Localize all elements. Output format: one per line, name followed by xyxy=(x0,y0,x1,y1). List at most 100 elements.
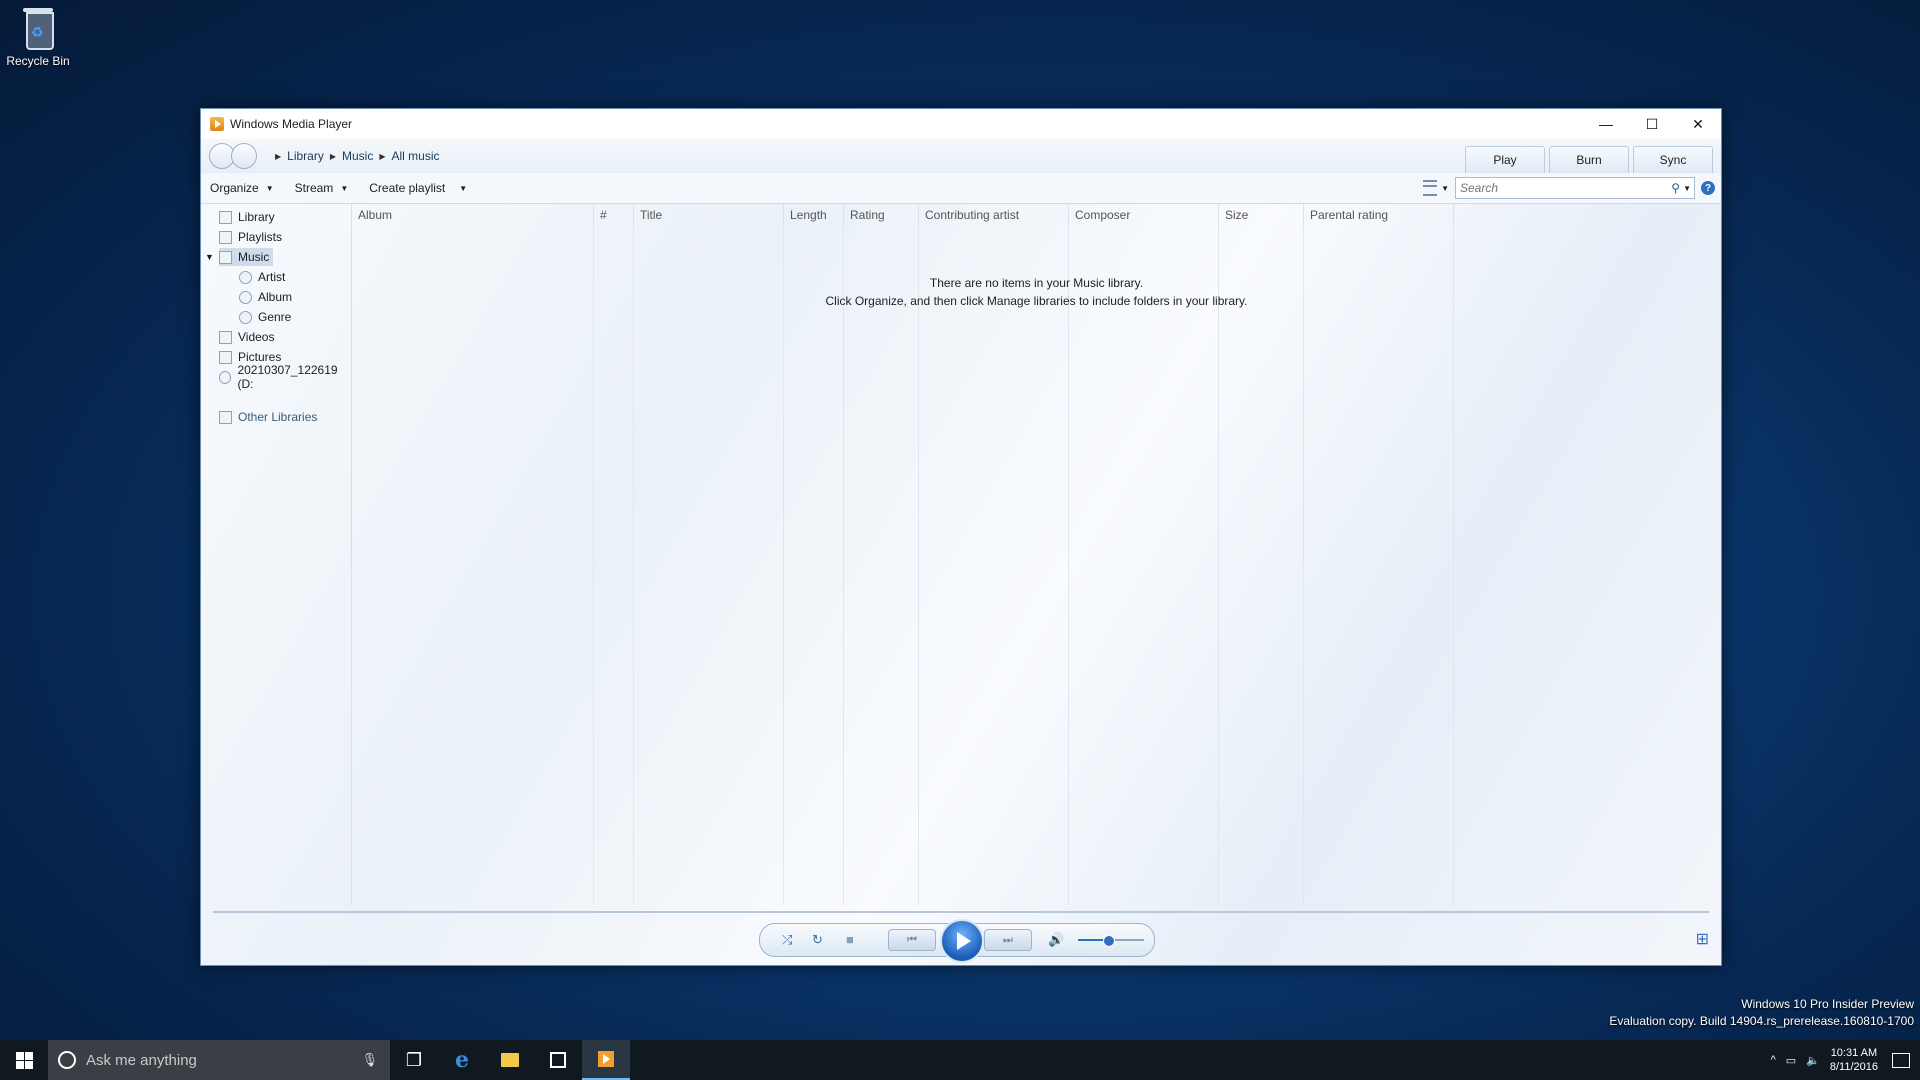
library-icon xyxy=(219,210,232,224)
breadcrumb-arrow-icon[interactable]: ▶ xyxy=(379,152,385,161)
clock-time: 10:31 AM xyxy=(1830,1047,1878,1059)
taskbar-edge[interactable]: e xyxy=(438,1040,486,1080)
wmp-app-icon xyxy=(210,117,224,131)
sidebar-item-label: Music xyxy=(238,250,270,264)
play-button[interactable] xyxy=(940,919,984,963)
organize-label: Organize xyxy=(210,181,259,195)
build-watermark: Windows 10 Pro Insider Preview Evaluatio… xyxy=(1609,996,1914,1030)
artist-icon xyxy=(239,270,252,284)
sidebar-item-videos[interactable]: Videos xyxy=(219,328,274,346)
chevron-down-icon: ▼ xyxy=(340,183,349,193)
seek-bar[interactable] xyxy=(213,911,1709,913)
window-title: Windows Media Player xyxy=(230,117,353,131)
column-header-contributing-artist[interactable]: Contributing artist xyxy=(919,204,1069,226)
column-header-size[interactable]: Size xyxy=(1219,204,1304,226)
folder-icon xyxy=(501,1053,519,1067)
sidebar-item-label: Other Libraries xyxy=(238,410,318,424)
create-playlist-menu[interactable]: Create playlist ▼ xyxy=(369,181,467,195)
breadcrumb-arrow-icon[interactable]: ▶ xyxy=(275,152,281,161)
next-button[interactable]: ⏭ xyxy=(984,929,1032,951)
sidebar-item-label: Pictures xyxy=(238,350,282,364)
help-icon[interactable]: ? xyxy=(1701,181,1715,195)
sidebar-item-playlists[interactable]: Playlists xyxy=(219,228,282,246)
taskbar-file-explorer[interactable] xyxy=(486,1040,534,1080)
breadcrumb-music[interactable]: Music xyxy=(342,149,373,163)
tab-sync[interactable]: Sync xyxy=(1633,146,1713,173)
column-header-title[interactable]: Title xyxy=(634,204,784,226)
task-view-button[interactable]: ❐ xyxy=(390,1040,438,1080)
tab-play[interactable]: Play xyxy=(1465,146,1545,173)
sidebar-item-artist[interactable]: Artist xyxy=(239,268,285,286)
breadcrumb-all-music[interactable]: All music xyxy=(392,149,440,163)
video-icon xyxy=(219,330,232,344)
music-note-icon xyxy=(219,250,232,264)
volume-icon[interactable]: 🔊 xyxy=(1048,932,1064,948)
microphone-icon[interactable]: 🎙 xyxy=(361,1052,378,1068)
library-pane: Library Playlists ▼ Music Artist Album G… xyxy=(201,204,1721,965)
column-header-parental-rating[interactable]: Parental rating xyxy=(1304,204,1454,226)
sidebar-item-library[interactable]: Library xyxy=(219,208,275,226)
volume-slider-knob[interactable] xyxy=(1102,935,1115,947)
shuffle-icon[interactable]: ⤮ xyxy=(782,932,792,948)
sidebar-item-label: Album xyxy=(258,290,293,304)
sidebar-item-label: Genre xyxy=(258,310,292,324)
cortana-search-box[interactable]: Ask me anything 🎙 xyxy=(48,1040,390,1080)
recycle-bin[interactable]: ♻ Recycle Bin xyxy=(4,6,72,68)
tab-burn[interactable]: Burn xyxy=(1549,146,1629,173)
other-libraries-icon xyxy=(219,410,232,424)
album-icon xyxy=(239,290,252,304)
column-header-composer[interactable]: Composer xyxy=(1069,204,1219,226)
speaker-icon[interactable]: 🔈 xyxy=(1806,1054,1820,1067)
column-header-album[interactable]: Album xyxy=(352,204,594,226)
edge-icon: e xyxy=(455,1047,469,1073)
disc-icon xyxy=(219,370,232,384)
sidebar-item-label: Playlists xyxy=(238,230,283,244)
sidebar-item-album[interactable]: Album xyxy=(239,288,292,306)
search-icon[interactable]: ⚲ xyxy=(1671,181,1680,195)
action-center-icon[interactable] xyxy=(1892,1052,1910,1068)
toolbar: Organize ▼ Stream ▼ Create playlist ▼ ▼ … xyxy=(201,173,1721,204)
close-button[interactable]: ✕ xyxy=(1675,109,1721,139)
breadcrumb-arrow-icon[interactable]: ▶ xyxy=(330,152,336,161)
maximize-button[interactable]: ☐ xyxy=(1629,109,1675,139)
start-button[interactable] xyxy=(0,1040,48,1080)
chevron-down-icon[interactable]: ▼ xyxy=(1683,184,1691,193)
switch-to-now-playing-icon[interactable]: ⊞ xyxy=(1696,929,1709,949)
search-box[interactable]: ⚲ ▼ xyxy=(1455,177,1695,199)
column-header-length[interactable]: Length xyxy=(784,204,844,226)
sidebar-item-disc-drive[interactable]: 20210307_122619 (D: xyxy=(219,363,351,391)
cortana-placeholder: Ask me anything xyxy=(86,1051,197,1069)
column-header-rating[interactable]: Rating xyxy=(844,204,919,226)
navigation-pane: Library Playlists ▼ Music Artist Album G… xyxy=(201,204,352,905)
sidebar-item-genre[interactable]: Genre xyxy=(239,308,291,326)
clock[interactable]: 10:31 AM 8/11/2016 xyxy=(1830,1046,1878,1074)
taskbar-store[interactable] xyxy=(534,1040,582,1080)
previous-button[interactable]: ⏮ xyxy=(888,929,936,951)
sidebar-item-music[interactable]: ▼ Music xyxy=(205,248,274,266)
repeat-icon[interactable]: ↻ xyxy=(812,932,823,948)
expand-arrow-icon[interactable]: ▼ xyxy=(205,252,214,262)
chevron-down-icon[interactable]: ▼ xyxy=(1441,184,1449,193)
network-icon[interactable]: ▭ xyxy=(1786,1054,1796,1067)
create-playlist-label: Create playlist xyxy=(369,181,446,195)
chevron-down-icon[interactable]: ▼ xyxy=(459,184,467,193)
forward-button[interactable] xyxy=(231,143,257,169)
taskbar-windows-media-player[interactable] xyxy=(582,1040,630,1080)
stream-menu[interactable]: Stream ▼ xyxy=(295,181,349,195)
search-input[interactable] xyxy=(1456,180,1672,196)
organize-menu[interactable]: Organize ▼ xyxy=(210,181,274,195)
tray-overflow-icon[interactable]: ^ xyxy=(1771,1054,1776,1066)
stop-icon[interactable]: ■ xyxy=(846,932,854,947)
view-options-icon[interactable] xyxy=(1423,180,1438,196)
windows-logo-icon xyxy=(15,1051,33,1069)
breadcrumb-library[interactable]: Library xyxy=(287,149,324,163)
sidebar-item-other-libraries[interactable]: Other Libraries xyxy=(219,408,317,426)
watermark-line1: Windows 10 Pro Insider Preview xyxy=(1741,997,1914,1011)
sidebar-item-label: Videos xyxy=(238,330,275,344)
breadcrumb: ▶ Library ▶ Music ▶ All music xyxy=(275,149,440,163)
volume-slider[interactable] xyxy=(1078,935,1144,947)
minimize-button[interactable]: — xyxy=(1583,109,1629,139)
navigation-bar: ▶ Library ▶ Music ▶ All music Play Burn … xyxy=(201,139,1721,173)
column-header-number[interactable]: # xyxy=(594,204,634,226)
title-bar[interactable]: Windows Media Player — ☐ ✕ xyxy=(201,109,1721,139)
